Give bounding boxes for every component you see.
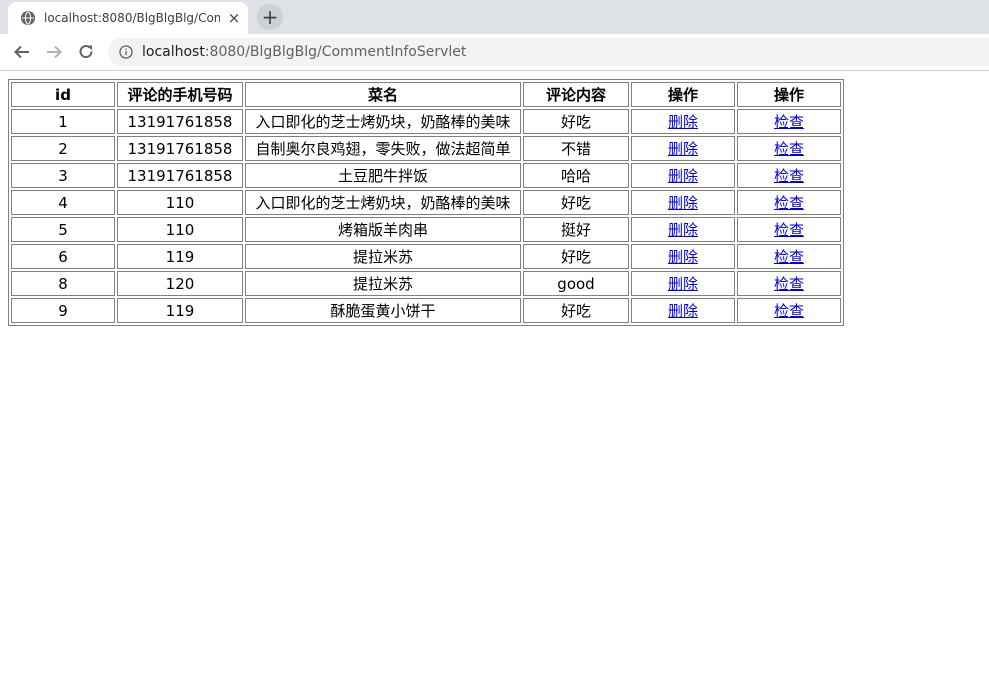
cell-delete: 删除 bbox=[631, 244, 735, 269]
cell-content: 好吃 bbox=[523, 298, 629, 323]
cell-content: 好吃 bbox=[523, 109, 629, 134]
check-link[interactable]: 检查 bbox=[774, 167, 804, 185]
delete-link[interactable]: 删除 bbox=[668, 140, 698, 158]
cell-delete: 删除 bbox=[631, 217, 735, 242]
header-dish: 菜名 bbox=[245, 82, 521, 107]
delete-link[interactable]: 删除 bbox=[668, 221, 698, 239]
delete-link[interactable]: 删除 bbox=[668, 275, 698, 293]
cell-content: 好吃 bbox=[523, 190, 629, 215]
delete-link[interactable]: 删除 bbox=[668, 194, 698, 212]
cell-id: 4 bbox=[11, 190, 115, 215]
cell-check: 检查 bbox=[737, 109, 841, 134]
header-operation: 操作 bbox=[737, 82, 841, 107]
back-button[interactable] bbox=[10, 40, 34, 64]
check-link[interactable]: 检查 bbox=[774, 275, 804, 293]
table-row: 1 13191761858 入口即化的芝士烤奶块，奶酪棒的美味 好吃 删除 检查 bbox=[11, 109, 841, 134]
new-tab-button[interactable]: + bbox=[257, 4, 283, 30]
cell-content: 哈哈 bbox=[523, 163, 629, 188]
cell-dish: 土豆肥牛拌饭 bbox=[245, 163, 521, 188]
cell-dish: 烤箱版羊肉串 bbox=[245, 217, 521, 242]
cell-check: 检查 bbox=[737, 244, 841, 269]
table-row: 2 13191761858 自制奥尔良鸡翅，零失败，做法超简单 不错 删除 检查 bbox=[11, 136, 841, 161]
table-row: 8 120 提拉米苏 good 删除 检查 bbox=[11, 271, 841, 296]
close-tab-icon[interactable]: × bbox=[226, 10, 242, 26]
cell-delete: 删除 bbox=[631, 136, 735, 161]
cell-check: 检查 bbox=[737, 298, 841, 323]
cell-phone: 119 bbox=[117, 298, 243, 323]
check-link[interactable]: 检查 bbox=[774, 113, 804, 131]
header-operation: 操作 bbox=[631, 82, 735, 107]
cell-check: 检查 bbox=[737, 271, 841, 296]
tab-strip: localhost:8080/BlgBlgBlg/Com × + bbox=[0, 0, 989, 34]
cell-check: 检查 bbox=[737, 136, 841, 161]
cell-phone: 13191761858 bbox=[117, 163, 243, 188]
header-phone: 评论的手机号码 bbox=[117, 82, 243, 107]
delete-link[interactable]: 删除 bbox=[668, 167, 698, 185]
cell-phone: 120 bbox=[117, 271, 243, 296]
table-header-row: id 评论的手机号码 菜名 评论内容 操作 操作 bbox=[11, 82, 841, 107]
table-row: 3 13191761858 土豆肥牛拌饭 哈哈 删除 检查 bbox=[11, 163, 841, 188]
reload-button[interactable] bbox=[74, 40, 98, 64]
globe-icon bbox=[21, 11, 35, 25]
cell-id: 3 bbox=[11, 163, 115, 188]
cell-delete: 删除 bbox=[631, 271, 735, 296]
browser-toolbar: localhost:8080/BlgBlgBlg/CommentInfoServ… bbox=[0, 34, 989, 71]
cell-phone: 13191761858 bbox=[117, 136, 243, 161]
info-icon[interactable] bbox=[119, 45, 133, 59]
header-content: 评论内容 bbox=[523, 82, 629, 107]
cell-id: 9 bbox=[11, 298, 115, 323]
cell-delete: 删除 bbox=[631, 298, 735, 323]
cell-id: 6 bbox=[11, 244, 115, 269]
delete-link[interactable]: 删除 bbox=[668, 302, 698, 320]
cell-check: 检查 bbox=[737, 163, 841, 188]
tab-title: localhost:8080/BlgBlgBlg/Com bbox=[44, 11, 220, 25]
cell-phone: 13191761858 bbox=[117, 109, 243, 134]
check-link[interactable]: 检查 bbox=[774, 221, 804, 239]
url-host: localhost bbox=[142, 44, 205, 60]
cell-dish: 提拉米苏 bbox=[245, 271, 521, 296]
delete-link[interactable]: 删除 bbox=[668, 113, 698, 131]
arrow-left-icon bbox=[14, 45, 29, 59]
table-row: 4 110 入口即化的芝士烤奶块，奶酪棒的美味 好吃 删除 检查 bbox=[11, 190, 841, 215]
check-link[interactable]: 检查 bbox=[774, 302, 804, 320]
cell-id: 5 bbox=[11, 217, 115, 242]
cell-delete: 删除 bbox=[631, 109, 735, 134]
cell-delete: 删除 bbox=[631, 163, 735, 188]
cell-phone: 110 bbox=[117, 190, 243, 215]
cell-dish: 入口即化的芝士烤奶块，奶酪棒的美味 bbox=[245, 190, 521, 215]
delete-link[interactable]: 删除 bbox=[668, 248, 698, 266]
cell-phone: 110 bbox=[117, 217, 243, 242]
reload-icon bbox=[79, 45, 93, 59]
arrow-right-icon bbox=[47, 45, 62, 59]
table-row: 9 119 酥脆蛋黄小饼干 好吃 删除 检查 bbox=[11, 298, 841, 323]
forward-button[interactable] bbox=[42, 40, 66, 64]
cell-content: 不错 bbox=[523, 136, 629, 161]
url-path: :8080/BlgBlgBlg/CommentInfoServlet bbox=[204, 44, 467, 60]
cell-content: 好吃 bbox=[523, 244, 629, 269]
cell-content: 挺好 bbox=[523, 217, 629, 242]
check-link[interactable]: 检查 bbox=[774, 194, 804, 212]
cell-check: 检查 bbox=[737, 217, 841, 242]
comment-table: id 评论的手机号码 菜名 评论内容 操作 操作 1 13191761858 入… bbox=[8, 79, 844, 326]
address-bar[interactable]: localhost:8080/BlgBlgBlg/CommentInfoServ… bbox=[108, 38, 989, 66]
cell-dish: 酥脆蛋黄小饼干 bbox=[245, 298, 521, 323]
cell-delete: 删除 bbox=[631, 190, 735, 215]
header-id: id bbox=[11, 82, 115, 107]
browser-tab[interactable]: localhost:8080/BlgBlgBlg/Com × bbox=[8, 2, 248, 34]
table-row: 6 119 提拉米苏 好吃 删除 检查 bbox=[11, 244, 841, 269]
table-row: 5 110 烤箱版羊肉串 挺好 删除 检查 bbox=[11, 217, 841, 242]
cell-dish: 提拉米苏 bbox=[245, 244, 521, 269]
cell-content: good bbox=[523, 271, 629, 296]
cell-id: 8 bbox=[11, 271, 115, 296]
cell-dish: 自制奥尔良鸡翅，零失败，做法超简单 bbox=[245, 136, 521, 161]
cell-id: 1 bbox=[11, 109, 115, 134]
check-link[interactable]: 检查 bbox=[774, 140, 804, 158]
url-text[interactable]: localhost:8080/BlgBlgBlg/CommentInfoServ… bbox=[142, 44, 466, 60]
cell-dish: 入口即化的芝士烤奶块，奶酪棒的美味 bbox=[245, 109, 521, 134]
cell-check: 检查 bbox=[737, 190, 841, 215]
cell-id: 2 bbox=[11, 136, 115, 161]
check-link[interactable]: 检查 bbox=[774, 248, 804, 266]
cell-phone: 119 bbox=[117, 244, 243, 269]
